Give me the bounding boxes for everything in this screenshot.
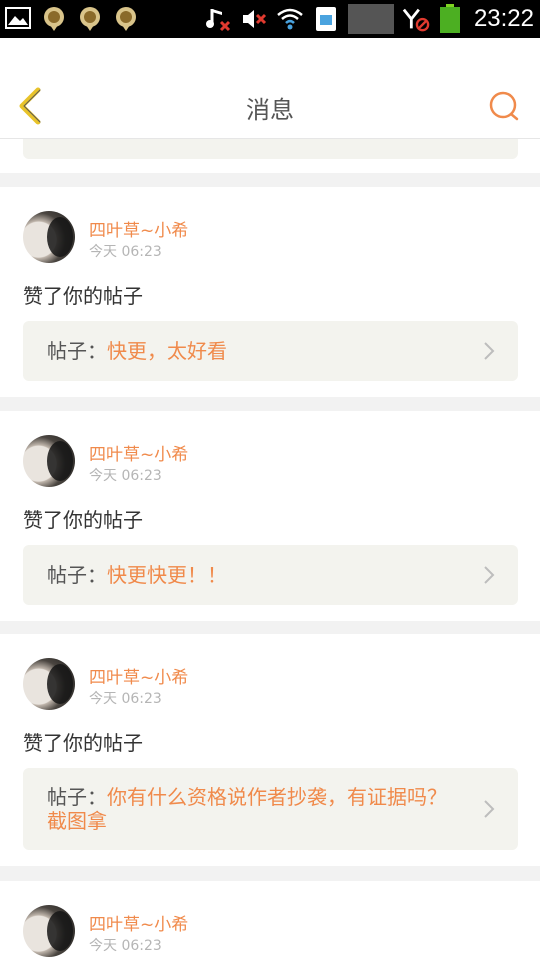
wifi-icon: [276, 5, 304, 33]
avatar[interactable]: [23, 658, 75, 710]
avatar[interactable]: [23, 905, 75, 957]
timestamp: 今天 06:23: [89, 244, 162, 260]
post-preview-box[interactable]: 帖子：你有什么资格说作者抄袭，有证据吗？截图拿: [23, 768, 518, 850]
search-icon: [489, 91, 519, 121]
battery-icon: [438, 4, 462, 33]
username[interactable]: 四叶草~小希: [89, 216, 188, 241]
post-title: 快更，太好看: [107, 339, 227, 363]
chevron-right-icon: [484, 566, 495, 584]
action-text: 赞了你的帖子: [23, 731, 143, 755]
status-bar: 23:22: [0, 0, 540, 38]
list-item: 四叶草~小希 今天 06:23: [0, 881, 540, 960]
page-title: 消息: [246, 96, 294, 124]
message-list[interactable]: 四叶草~小希 今天 06:23 赞了你的帖子 帖子：快更，太好看 四叶草~小希 …: [0, 139, 540, 960]
list-item: 四叶草~小希 今天 06:23 赞了你的帖子 帖子：快更快更！！: [0, 411, 540, 621]
username[interactable]: 四叶草~小希: [89, 440, 188, 465]
action-text: 赞了你的帖子: [23, 508, 143, 532]
post-preview: 帖子：你有什么资格说作者抄袭，有证据吗？截图拿: [47, 785, 458, 833]
avatar[interactable]: [23, 435, 75, 487]
post-preview: 帖子：快更快更！！: [47, 563, 458, 587]
gallery-icon: [4, 4, 32, 32]
username[interactable]: 四叶草~小希: [89, 663, 188, 688]
post-label: 帖子：: [47, 785, 107, 809]
list-item: 四叶草~小希 今天 06:23 赞了你的帖子 帖子：你有什么资格说作者抄袭，有证…: [0, 634, 540, 866]
app-notification-icon: [40, 4, 68, 32]
post-title: 快更快更！！: [107, 563, 227, 587]
post-label: 帖子：: [47, 563, 107, 587]
post-preview-box[interactable]: 帖子：快更，太好看: [23, 321, 518, 381]
list-item: 四叶草~小希 今天 06:23 赞了你的帖子 帖子：快更，太好看: [0, 187, 540, 397]
post-preview: 帖子：快更，太好看: [47, 339, 458, 363]
post-label: 帖子：: [47, 339, 107, 363]
timestamp: 今天 06:23: [89, 938, 162, 954]
music-off-icon: [204, 5, 232, 33]
timestamp: 今天 06:23: [89, 691, 162, 707]
chevron-right-icon: [484, 800, 495, 818]
timestamp: 今天 06:23: [89, 468, 162, 484]
no-data-icon: [402, 5, 430, 33]
chevron-right-icon: [484, 342, 495, 360]
avatar[interactable]: [23, 211, 75, 263]
app-notification-icon: [112, 4, 140, 32]
list-item: [0, 139, 540, 173]
username[interactable]: 四叶草~小希: [89, 910, 188, 935]
signal-icon: [347, 4, 394, 34]
post-preview-box[interactable]: [23, 139, 518, 159]
app-header: 消息: [0, 38, 540, 139]
sim-icon: [312, 5, 340, 33]
search-button[interactable]: [488, 90, 520, 122]
post-title: 你有什么资格说作者抄袭，有证据吗？截图拿: [47, 785, 447, 833]
post-preview-box[interactable]: 帖子：快更快更！！: [23, 545, 518, 605]
mute-icon: [240, 5, 268, 33]
status-time: 23:22: [473, 5, 534, 32]
action-text: 赞了你的帖子: [23, 284, 143, 308]
app-notification-icon: [76, 4, 104, 32]
